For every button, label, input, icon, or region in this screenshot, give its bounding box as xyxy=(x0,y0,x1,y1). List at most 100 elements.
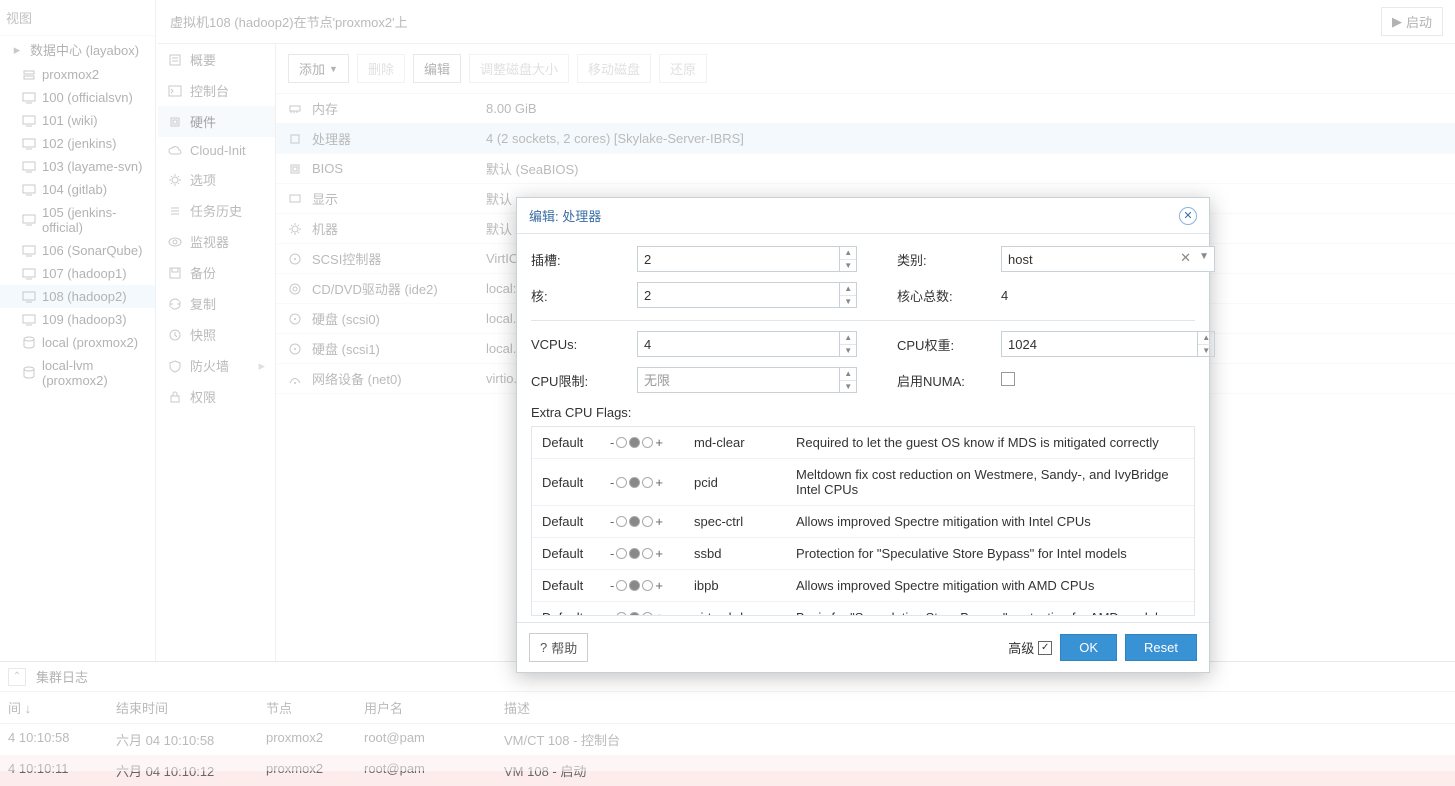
dialog-title: 编辑: 处理器 xyxy=(529,206,601,225)
nav-控制台[interactable]: 控制台 xyxy=(158,75,275,106)
hardware-row[interactable]: BIOS默认 (SeaBIOS) xyxy=(276,154,1455,184)
sockets-spinner[interactable]: ▲▼ xyxy=(840,246,857,272)
chevron-down-icon: ▼ xyxy=(329,64,338,74)
nav-备份[interactable]: 备份 xyxy=(158,257,275,288)
help-button[interactable]: ? 帮助 xyxy=(529,633,588,662)
tree-datacenter[interactable]: ▸ 数据中心 (layabox) xyxy=(0,36,155,63)
nav-label: 控制台 xyxy=(190,81,229,100)
nav-label: 快照 xyxy=(190,325,216,344)
move-disk-button[interactable]: 移动磁盘 xyxy=(577,54,651,83)
tree-label: 101 (wiki) xyxy=(42,113,98,128)
cpu-limit-spinner[interactable]: ▲▼ xyxy=(840,367,857,393)
nav-Cloud-Init[interactable]: Cloud-Init xyxy=(158,137,275,164)
reset-button[interactable]: Reset xyxy=(1125,634,1197,661)
ok-button[interactable]: OK xyxy=(1060,634,1117,661)
cores-input[interactable] xyxy=(637,282,840,308)
col-start[interactable]: 间 ↓ xyxy=(0,692,108,723)
col-desc[interactable]: 描述 xyxy=(496,692,1455,723)
col-node[interactable]: 节点 xyxy=(258,692,356,723)
nav-监视器[interactable]: 监视器 xyxy=(158,226,275,257)
nav-硬件[interactable]: 硬件 xyxy=(158,106,275,137)
flag-tristate[interactable]: - + xyxy=(610,475,682,490)
gear-icon xyxy=(288,222,302,236)
chip-icon xyxy=(168,115,182,129)
add-button[interactable]: 添加▼ xyxy=(288,54,349,83)
advanced-checkbox[interactable]: ✓ xyxy=(1038,641,1052,655)
cpu-flags-list[interactable]: Default- +md-clearRequired to let the gu… xyxy=(531,426,1195,616)
vm-icon xyxy=(22,313,36,327)
nav-概要[interactable]: 概要 xyxy=(158,44,275,75)
sockets-label: 插槽: xyxy=(531,250,637,269)
flag-default: Default xyxy=(542,514,598,529)
nav-label: 备份 xyxy=(190,263,216,282)
nav-任务历史[interactable]: 任务历史 xyxy=(158,195,275,226)
tree-node[interactable]: local-lvm (proxmox2) xyxy=(0,354,155,392)
cpu-limit-input[interactable] xyxy=(637,367,840,393)
start-button[interactable]: ▶ 启动 xyxy=(1381,7,1443,36)
hw-key: 显示 xyxy=(312,189,338,208)
tree-node[interactable]: proxmox2 xyxy=(0,63,155,86)
flag-tristate[interactable]: - + xyxy=(610,435,682,450)
vcpus-spinner[interactable]: ▲▼ xyxy=(840,331,857,357)
edit-button[interactable]: 编辑 xyxy=(413,54,461,83)
terminal-icon xyxy=(168,84,182,98)
col-end[interactable]: 结束时间 xyxy=(108,692,258,723)
save-icon xyxy=(168,266,182,280)
nav-防火墙[interactable]: 防火墙▸ xyxy=(158,350,275,381)
tree-node[interactable]: local (proxmox2) xyxy=(0,331,155,354)
revert-button[interactable]: 还原 xyxy=(659,54,707,83)
col-user[interactable]: 用户名 xyxy=(356,692,496,723)
advanced-toggle[interactable]: 高级 ✓ xyxy=(1008,638,1052,657)
extra-cpu-flags-label: Extra CPU Flags: xyxy=(531,405,1195,420)
tree-label: proxmox2 xyxy=(42,67,99,82)
flag-default: Default xyxy=(542,475,598,490)
cpu-limit-label: CPU限制: xyxy=(531,371,637,390)
close-icon[interactable]: ✕ xyxy=(1179,207,1197,225)
hardware-row[interactable]: 处理器4 (2 sockets, 2 cores) [Skylake-Serve… xyxy=(276,124,1455,154)
tree-node[interactable]: 104 (gitlab) xyxy=(0,178,155,201)
hardware-row[interactable]: 内存8.00 GiB xyxy=(276,94,1455,124)
disk-icon xyxy=(288,342,302,356)
vcpus-input[interactable] xyxy=(637,331,840,357)
sockets-input[interactable] xyxy=(637,246,840,272)
flag-tristate[interactable]: - + xyxy=(610,578,682,593)
tree-node[interactable]: 109 (hadoop3) xyxy=(0,308,155,331)
nav-label: 权限 xyxy=(190,387,216,406)
flag-tristate[interactable]: - + xyxy=(610,514,682,529)
hw-value: 4 (2 sockets, 2 cores) [Skylake-Server-I… xyxy=(486,131,1443,146)
gear-icon xyxy=(168,173,182,187)
flag-tristate[interactable]: - + xyxy=(610,546,682,561)
log-columns: 间 ↓ 结束时间 节点 用户名 描述 xyxy=(0,692,1455,724)
cpu-weight-spinner[interactable]: ▲▼ xyxy=(1198,331,1215,357)
nav-权限[interactable]: 权限 xyxy=(158,381,275,412)
hw-key: 机器 xyxy=(312,219,338,238)
flag-tristate[interactable]: - + xyxy=(610,610,682,616)
tree-node[interactable]: 108 (hadoop2) xyxy=(0,285,155,308)
log-row[interactable]: 4 10:10:58六月 04 10:10:58proxmox2root@pam… xyxy=(0,724,1455,755)
remove-button[interactable]: 删除 xyxy=(357,54,405,83)
tree-node[interactable]: 105 (jenkins-official) xyxy=(0,201,155,239)
tree-node[interactable]: 107 (hadoop1) xyxy=(0,262,155,285)
disk-icon xyxy=(288,312,302,326)
hw-key: SCSI控制器 xyxy=(312,249,381,268)
tree-node[interactable]: 102 (jenkins) xyxy=(0,132,155,155)
tree-node[interactable]: 106 (SonarQube) xyxy=(0,239,155,262)
chevron-down-icon[interactable]: ▼ xyxy=(1199,251,1209,262)
nav-选项[interactable]: 选项 xyxy=(158,164,275,195)
collapse-icon[interactable]: ⌃ xyxy=(8,668,26,686)
flag-description: Required to let the guest OS know if MDS… xyxy=(796,435,1184,450)
cpu-weight-input[interactable] xyxy=(1001,331,1198,357)
tree-node[interactable]: 100 (officialsvn) xyxy=(0,86,155,109)
flag-default: Default xyxy=(542,578,598,593)
tree-node[interactable]: 103 (layame-svn) xyxy=(0,155,155,178)
numa-checkbox[interactable] xyxy=(1001,372,1015,386)
content-header: 虚拟机108 (hadoop2)在节点'proxmox2'上 ▶ 启动 xyxy=(158,0,1455,44)
clear-icon[interactable]: ✕ xyxy=(1180,250,1191,266)
flag-name: ibpb xyxy=(694,578,784,593)
cores-spinner[interactable]: ▲▼ xyxy=(840,282,857,308)
nav-复制[interactable]: 复制 xyxy=(158,288,275,319)
nav-快照[interactable]: 快照 xyxy=(158,319,275,350)
tree-node[interactable]: 101 (wiki) xyxy=(0,109,155,132)
resize-disk-button[interactable]: 调整磁盘大小 xyxy=(469,54,569,83)
cpu-icon xyxy=(288,132,302,146)
